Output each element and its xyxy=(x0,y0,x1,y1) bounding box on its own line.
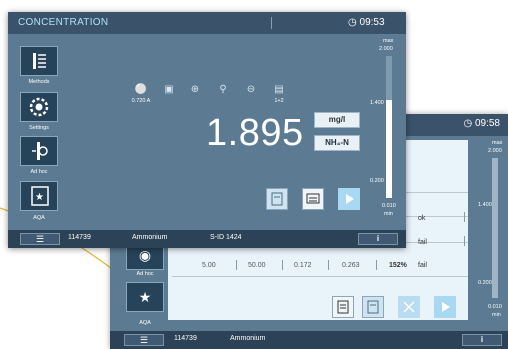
dilution-icon: ▤ xyxy=(274,84,284,95)
menu-button[interactable]: ☰ xyxy=(20,233,60,245)
scale-max: 2.000 xyxy=(379,46,393,52)
row-result: fail xyxy=(418,262,427,269)
scale-min-label: min xyxy=(384,211,393,217)
row-separator xyxy=(236,260,237,270)
row-result: ok xyxy=(418,215,426,222)
back-scale-low: 0.200 xyxy=(478,280,492,286)
method-id: 114739 xyxy=(68,234,91,241)
lamp-icon: ⊖ xyxy=(246,84,256,95)
methods-button[interactable] xyxy=(20,46,58,76)
back-aqa-button[interactable]: ★ xyxy=(126,282,164,312)
absorbance-value: 0.720 A xyxy=(131,98,151,104)
scale-min: 0.010 xyxy=(382,203,396,209)
scale-mid: 1.400 xyxy=(370,100,384,106)
settings-button[interactable] xyxy=(20,92,58,122)
aqa-label: AQA xyxy=(33,215,45,221)
back-scale-max-label: max xyxy=(492,140,503,146)
adhoc-icon xyxy=(32,142,48,160)
menu-icon: ☰ xyxy=(139,335,149,345)
save-icon xyxy=(337,300,349,314)
dilution-value: 1+2 xyxy=(274,98,284,104)
row-separator xyxy=(464,236,465,246)
method-name: Ammonium xyxy=(132,234,168,241)
methods-label: Methods xyxy=(28,79,50,85)
filter-icon: ⊕ xyxy=(190,84,200,95)
back-clock: ◷ 09:58 xyxy=(463,118,500,129)
back-export-button[interactable] xyxy=(362,296,384,318)
svg-text:★: ★ xyxy=(35,192,44,203)
save-icon xyxy=(271,192,283,206)
adhoc-button[interactable] xyxy=(20,136,58,166)
info-button[interactable]: i xyxy=(358,233,398,245)
clock-time: 09:53 xyxy=(359,17,385,28)
table-cell: 5.00 xyxy=(202,262,216,269)
row-divider xyxy=(172,276,468,277)
calendar-icon: ▣ xyxy=(164,84,174,95)
back-scale-min-label: min xyxy=(492,312,501,318)
clock-icon: ◷ xyxy=(348,17,357,28)
play-icon xyxy=(346,194,354,204)
print-icon xyxy=(306,193,320,204)
back-info-button[interactable]: i xyxy=(462,334,502,346)
back-cancel-button[interactable] xyxy=(398,296,420,318)
row-separator xyxy=(464,212,465,222)
info-icon: i xyxy=(376,234,380,243)
row-separator xyxy=(376,260,377,270)
back-method-id: 114739 xyxy=(174,335,197,342)
back-method-name: Ammonium xyxy=(230,335,266,342)
concentration-value: 1.895 xyxy=(206,112,304,154)
back-save-button[interactable] xyxy=(332,296,354,318)
menu-icon: ☰ xyxy=(35,234,45,244)
sample-id: S-ID 1424 xyxy=(210,234,242,241)
info-icon: i xyxy=(480,335,484,344)
scale-bar xyxy=(386,56,392,198)
temperature-icon: ⚲ xyxy=(219,84,227,95)
bottom-bar: ☰ 114739 Ammonium S-ID 1424 i xyxy=(8,230,406,248)
scale-max-label: max xyxy=(383,38,394,44)
play-icon xyxy=(442,302,450,312)
page-title: CONCENTRATION xyxy=(18,17,109,28)
unit-button[interactable]: mg/l xyxy=(314,112,360,128)
concentration-screen: CONCENTRATION ◷ 09:53 Methods Settings A… xyxy=(8,12,406,248)
back-menu-button[interactable]: ☰ xyxy=(124,334,164,346)
back-adhoc-label: Ad hoc xyxy=(136,271,154,277)
back-scale-mid: 1.400 xyxy=(478,202,492,208)
adhoc-label: Ad hoc xyxy=(30,169,48,175)
export-icon xyxy=(367,300,379,314)
front-title-bar: CONCENTRATION ◷ 09:53 xyxy=(8,12,406,34)
back-start-button[interactable] xyxy=(434,296,456,318)
settings-label: Settings xyxy=(29,125,49,131)
table-cell: 0.172 xyxy=(294,262,312,269)
aqa-icon: ★ xyxy=(138,289,152,305)
start-button[interactable] xyxy=(338,188,360,210)
settings-icon xyxy=(29,97,49,117)
row-result: fail xyxy=(418,239,427,246)
aqa-button[interactable]: ★ xyxy=(20,181,58,211)
back-bottom-bar: ☰ 114739 Ammonium i xyxy=(110,331,508,349)
save-button[interactable] xyxy=(266,188,288,210)
front-clock: ◷ 09:53 xyxy=(348,17,385,28)
absorbance-icon: ⚪ xyxy=(134,84,148,95)
row-separator xyxy=(328,260,329,270)
back-scale-min: 0.010 xyxy=(488,304,502,310)
table-cell-percent: 152% xyxy=(389,262,407,269)
methods-icon xyxy=(33,53,46,69)
back-aqa-label: AQA xyxy=(139,320,151,326)
title-separator xyxy=(271,17,272,29)
aqa-icon: ★ xyxy=(31,186,49,206)
back-scale-max: 2.000 xyxy=(488,148,502,154)
close-icon xyxy=(403,301,415,313)
scale-low: 0.200 xyxy=(370,178,384,184)
print-button[interactable] xyxy=(302,188,324,210)
citation-form-button[interactable]: NH₄-N xyxy=(314,135,360,151)
back-scale-bar xyxy=(492,158,498,298)
scale-fill xyxy=(386,100,392,198)
table-cell: 0.263 xyxy=(342,262,360,269)
table-cell: 50.00 xyxy=(248,262,266,269)
row-separator xyxy=(282,260,283,270)
